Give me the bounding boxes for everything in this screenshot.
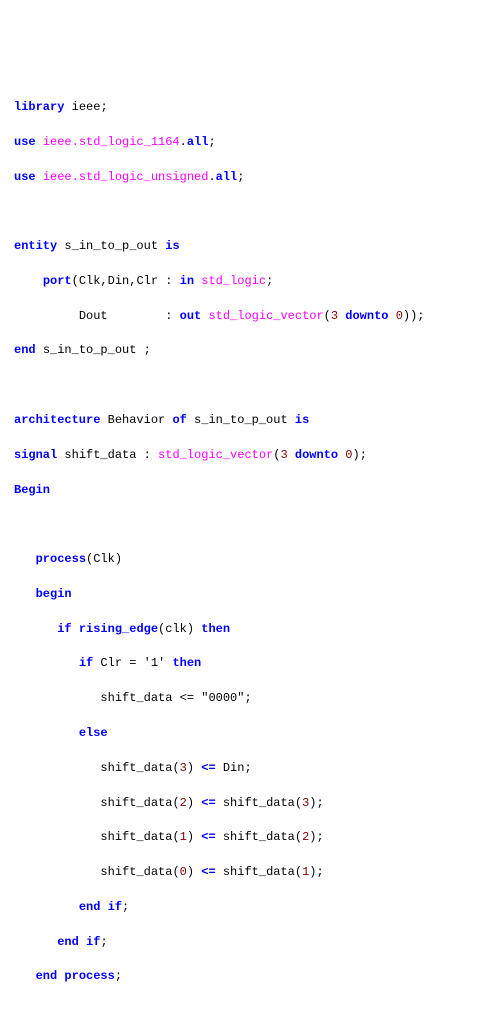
- code-line: end process;: [14, 968, 488, 985]
- library-path: ieee.std_logic_unsigned: [43, 170, 209, 184]
- string: "0000": [201, 691, 244, 705]
- vhdl-code-block: library ieee; use ieee.std_logic_1164.al…: [14, 82, 488, 1032]
- keyword: library: [14, 100, 64, 114]
- identifier: shift_data: [223, 865, 295, 879]
- code-line: end if;: [14, 934, 488, 951]
- code-line: use ieee.std_logic_1164.all;: [14, 134, 488, 151]
- keyword: downto: [345, 309, 388, 323]
- identifier: Behavior: [108, 413, 166, 427]
- code-line: signal shift_data : std_logic_vector(3 d…: [14, 447, 488, 464]
- identifier: s_in_to_p_out: [43, 343, 137, 357]
- code-line: shift_data(2) <= shift_data(3);: [14, 795, 488, 812]
- code-line: entity s_in_to_p_out is: [14, 238, 488, 255]
- code-line: shift_data(1) <= shift_data(2);: [14, 829, 488, 846]
- keyword: then: [172, 656, 201, 670]
- number: 1: [180, 830, 187, 844]
- keyword: of: [172, 413, 186, 427]
- code-line: process(Clk): [14, 551, 488, 568]
- identifier: Dout: [79, 309, 108, 323]
- keyword: downto: [295, 448, 338, 462]
- identifier: Clk: [93, 552, 115, 566]
- identifier: s_in_to_p_out: [64, 239, 158, 253]
- identifier: shift_data: [100, 691, 172, 705]
- type: std_logic_vector: [158, 448, 273, 462]
- keyword: architecture: [14, 413, 100, 427]
- number: 3: [280, 448, 287, 462]
- keyword: all: [187, 135, 209, 149]
- identifier: Clk,Din,Clr: [79, 274, 158, 288]
- blank-line: [14, 377, 488, 394]
- number: 0: [180, 865, 187, 879]
- blank-line: [14, 1003, 488, 1020]
- identifier: clk: [165, 622, 187, 636]
- string: '1': [144, 656, 166, 670]
- keyword: is: [295, 413, 309, 427]
- keyword: process: [36, 552, 86, 566]
- identifier: Clr: [100, 656, 122, 670]
- code-line: library ieee;: [14, 99, 488, 116]
- identifier: shift_data: [64, 448, 136, 462]
- blank-line: [14, 203, 488, 220]
- library-path: ieee.std_logic_1164: [43, 135, 180, 149]
- keyword: end if: [57, 935, 100, 949]
- keyword: end if: [79, 900, 122, 914]
- keyword: if: [79, 656, 93, 670]
- keyword: else: [79, 726, 108, 740]
- keyword: then: [201, 622, 230, 636]
- identifier: shift_data: [223, 830, 295, 844]
- code-line: Begin: [14, 482, 488, 499]
- keyword: <=: [201, 796, 215, 810]
- identifier: shift_data: [100, 830, 172, 844]
- keyword: all: [216, 170, 238, 184]
- keyword: <=: [201, 830, 215, 844]
- code-line: begin: [14, 586, 488, 603]
- keyword: if: [57, 622, 71, 636]
- number: 3: [180, 761, 187, 775]
- number: 1: [302, 865, 309, 879]
- keyword: rising_edge: [79, 622, 158, 636]
- code-line: if Clr = '1' then: [14, 655, 488, 672]
- code-line: if rising_edge(clk) then: [14, 621, 488, 638]
- number: 0: [345, 448, 352, 462]
- keyword: in: [180, 274, 194, 288]
- keyword: use: [14, 135, 36, 149]
- number: 2: [302, 830, 309, 844]
- keyword: begin: [36, 587, 72, 601]
- identifier: Din: [223, 761, 245, 775]
- keyword: end: [14, 343, 36, 357]
- code-line: else: [14, 725, 488, 742]
- identifier: s_in_to_p_out: [194, 413, 288, 427]
- number: 3: [331, 309, 338, 323]
- keyword: end process: [36, 969, 115, 983]
- number: 3: [302, 796, 309, 810]
- keyword: use: [14, 170, 36, 184]
- number: 2: [180, 796, 187, 810]
- code-line: end if;: [14, 899, 488, 916]
- identifier: ieee: [72, 100, 101, 114]
- keyword: <=: [201, 761, 215, 775]
- keyword: <=: [201, 865, 215, 879]
- code-line: shift_data(0) <= shift_data(1);: [14, 864, 488, 881]
- blank-line: [14, 516, 488, 533]
- number: 0: [396, 309, 403, 323]
- code-line: port(Clk,Din,Clr : in std_logic;: [14, 273, 488, 290]
- keyword: entity: [14, 239, 57, 253]
- keyword: Begin: [14, 483, 50, 497]
- code-line: architecture Behavior of s_in_to_p_out i…: [14, 412, 488, 429]
- keyword: port: [43, 274, 72, 288]
- code-line: shift_data(3) <= Din;: [14, 760, 488, 777]
- identifier: shift_data: [100, 761, 172, 775]
- code-line: shift_data <= "0000";: [14, 690, 488, 707]
- type: std_logic_vector: [208, 309, 323, 323]
- code-line: end s_in_to_p_out ;: [14, 342, 488, 359]
- code-line: Dout : out std_logic_vector(3 downto 0))…: [14, 308, 488, 325]
- identifier: shift_data: [223, 796, 295, 810]
- keyword: signal: [14, 448, 57, 462]
- identifier: shift_data: [100, 865, 172, 879]
- type: std_logic: [201, 274, 266, 288]
- code-line: use ieee.std_logic_unsigned.all;: [14, 169, 488, 186]
- identifier: shift_data: [100, 796, 172, 810]
- keyword: out: [180, 309, 202, 323]
- keyword: is: [165, 239, 179, 253]
